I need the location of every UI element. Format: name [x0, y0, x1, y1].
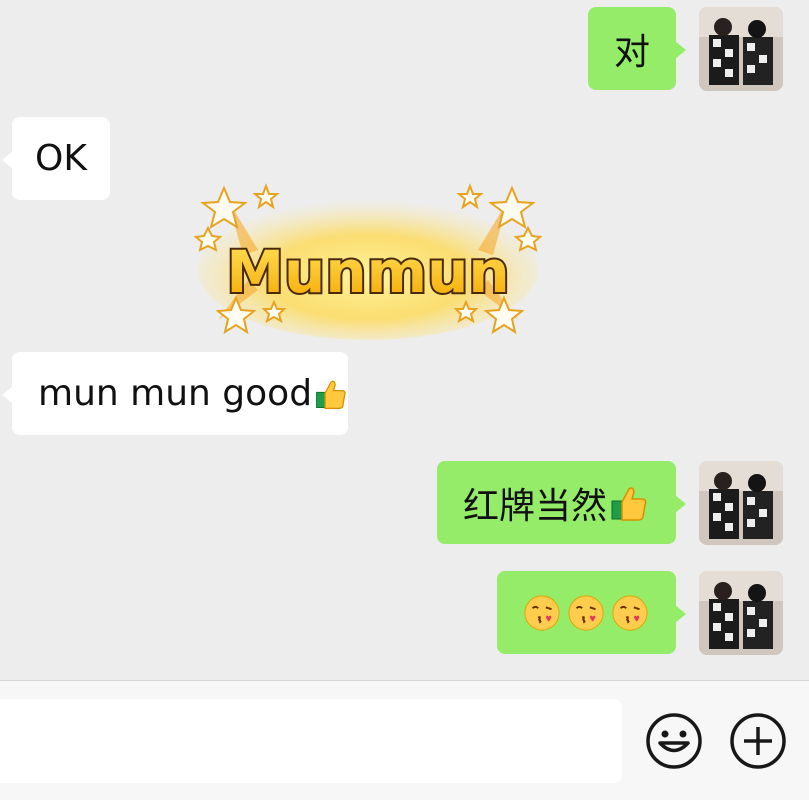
avatar[interactable] — [699, 461, 783, 545]
munmun-sticker[interactable]: Munmun — [188, 180, 548, 340]
outgoing-message-bubble[interactable]: 对 — [588, 7, 686, 90]
more-button[interactable] — [729, 712, 787, 770]
kissing-heart-icon — [524, 594, 560, 631]
message-text: 红牌当然 — [463, 485, 608, 527]
plus-circle-icon — [730, 713, 786, 769]
incoming-message-bubble[interactable]: OK — [2, 117, 110, 200]
outgoing-message-bubble[interactable] — [497, 571, 686, 654]
outgoing-message-bubble[interactable]: 红牌当然 — [437, 461, 686, 544]
kissing-heart-icon — [612, 594, 648, 631]
sticker-text: Munmun — [226, 238, 509, 306]
message-text: OK — [35, 138, 87, 179]
incoming-message-bubble[interactable]: mun mun good — [2, 352, 348, 435]
kissing-heart-icon — [568, 594, 604, 631]
message-text: mun mun good — [38, 373, 313, 414]
message-input-bar — [0, 680, 809, 800]
smiley-face-icon — [646, 713, 702, 769]
chat-area[interactable]: 对 OK Munmun mun mun good 红牌当然 — [0, 0, 809, 680]
message-input[interactable] — [0, 699, 622, 783]
avatar[interactable] — [699, 7, 783, 91]
thumbs-up-icon — [316, 380, 346, 409]
avatar[interactable] — [699, 571, 783, 655]
emoji-button[interactable] — [645, 712, 703, 770]
thumbs-up-icon — [611, 486, 647, 521]
message-text: 对 — [613, 31, 650, 73]
